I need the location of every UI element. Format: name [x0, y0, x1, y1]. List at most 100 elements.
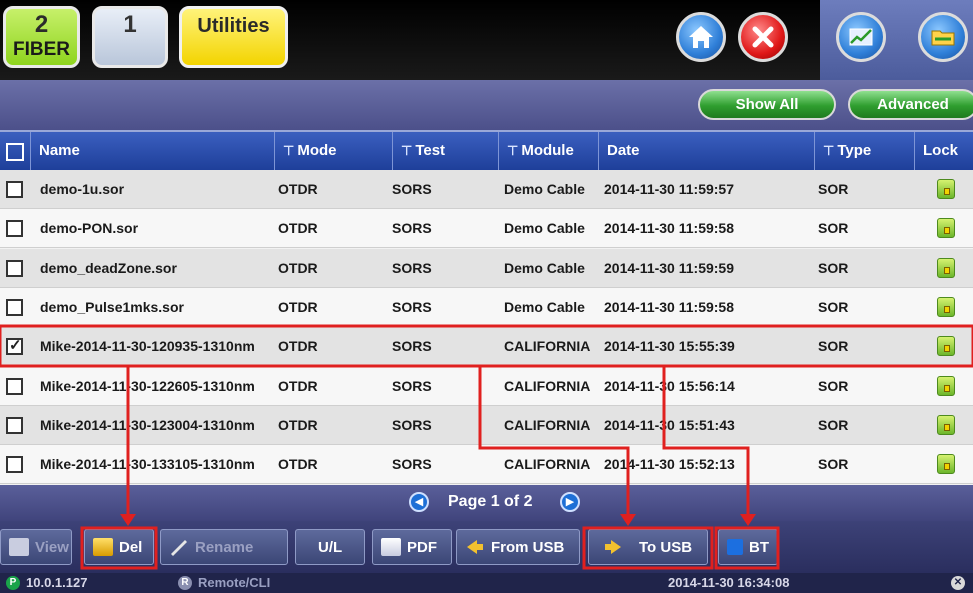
bluetooth-button[interactable]: BT — [718, 529, 778, 565]
lock-icon[interactable] — [937, 336, 955, 357]
show-all-button[interactable]: Show All — [698, 89, 836, 120]
column-header-module[interactable]: ⊤ Module — [498, 132, 598, 170]
cell-module: CALIFORNIA — [504, 456, 591, 473]
top-bar: 2 FIBER 1 Utilities — [0, 0, 973, 80]
tab-one-number: 1 — [123, 11, 137, 38]
check-icon: ✓ — [9, 337, 22, 355]
cell-mode: OTDR — [278, 220, 318, 237]
upload-button[interactable]: U/L — [295, 529, 365, 565]
column-header-date[interactable]: Date — [598, 132, 814, 170]
close-button[interactable] — [738, 12, 788, 62]
to-usb-button[interactable]: To USB — [588, 529, 708, 565]
table-row[interactable]: demo-1u.sor OTDR SORS Demo Cable 2014-11-30 … — [0, 170, 973, 209]
arrow-right-icon: ▶ — [565, 496, 575, 508]
cell-name: Mike-2014-11-30-120935-1310nm — [40, 338, 255, 355]
pdf-button[interactable]: PDF — [372, 529, 452, 565]
status-bar: P 10.0.1.127 R Remote/CLI 2014-11-30 16:… — [0, 573, 973, 593]
tab-one[interactable]: 1 — [92, 6, 168, 68]
filter-icon: ⊤ — [507, 143, 519, 158]
row-checkbox[interactable] — [6, 416, 23, 434]
cell-mode: OTDR — [278, 338, 318, 355]
column-header-type[interactable]: ⊤ Type — [814, 132, 914, 170]
trace-icon — [849, 28, 873, 46]
delete-button[interactable]: Del — [84, 529, 154, 565]
lock-icon[interactable] — [937, 218, 955, 239]
file-manager-button[interactable] — [918, 12, 968, 62]
row-checkbox[interactable] — [6, 298, 23, 316]
column-header-mode[interactable]: ⊤ Mode — [274, 132, 392, 170]
table-row[interactable]: Mike-2014-11-30-133105-1310nm OTDR SORS CAL… — [0, 445, 973, 485]
filter-icon: ⊤ — [823, 143, 835, 158]
cell-type: SOR — [818, 298, 849, 315]
cell-mode: OTDR — [278, 298, 318, 315]
cell-mode: OTDR — [278, 377, 318, 394]
tab-fiber-number: 2 — [34, 11, 49, 38]
home-button[interactable] — [676, 12, 726, 62]
cell-date: 2014-11-30 11:59:59 — [604, 259, 734, 276]
view-icon — [9, 538, 29, 556]
lock-icon[interactable] — [937, 296, 955, 317]
home-icon — [689, 26, 713, 48]
row-checkbox[interactable]: ✓ — [6, 337, 23, 356]
cell-module: Demo Cable — [504, 259, 585, 276]
table-row[interactable]: Mike-2014-11-30-122605-1310nm OTDR SORS CAL… — [0, 366, 973, 406]
table-row[interactable]: Mike-2014-11-30-123004-1310nm OTDR SORS CAL… — [0, 405, 973, 445]
cell-date: 2014-11-30 11:59:58 — [604, 298, 734, 315]
tab-fiber[interactable]: 2 FIBER — [3, 6, 80, 68]
cell-test: SORS — [392, 338, 432, 355]
cell-module: CALIFORNIA — [504, 416, 591, 433]
cell-type: SOR — [818, 181, 849, 197]
cell-name: demo-PON.sor — [40, 220, 139, 237]
table-row[interactable]: ✓ Mike-2014-11-30-120935-1310nm OTDR SORS CA… — [0, 327, 973, 367]
status-close-icon[interactable]: ✕ — [951, 576, 965, 590]
view-button[interactable]: View — [0, 529, 72, 565]
cell-mode: OTDR — [278, 416, 318, 433]
cell-test: SORS — [392, 377, 432, 394]
next-page-button[interactable]: ▶ — [560, 492, 580, 512]
trace-view-button[interactable] — [836, 12, 886, 62]
cell-date: 2014-11-30 15:52:13 — [604, 456, 735, 473]
cell-name: Mike-2014-11-30-133105-1310nm — [40, 456, 255, 473]
cell-test: SORS — [392, 416, 432, 433]
bottom-button-bar: View Del Rename U/L PDF From USB To USB … — [0, 521, 973, 573]
row-checkbox[interactable] — [6, 259, 23, 277]
column-header-lock[interactable]: Lock — [914, 132, 973, 170]
lock-icon[interactable] — [937, 179, 955, 199]
cell-module: CALIFORNIA — [504, 377, 591, 394]
lock-icon[interactable] — [937, 454, 955, 475]
column-header-name[interactable]: Name — [30, 132, 274, 170]
cell-name: Mike-2014-11-30-123004-1310nm — [40, 416, 255, 433]
row-checkbox[interactable] — [6, 181, 23, 198]
cell-module: Demo Cable — [504, 181, 585, 197]
table-header: Name ⊤ Mode ⊤ Test ⊤ Module Date ⊤ Type Lock — [0, 130, 973, 170]
lock-icon[interactable] — [937, 414, 955, 435]
cell-test: SORS — [392, 259, 432, 276]
lock-icon[interactable] — [937, 257, 955, 278]
cell-module: Demo Cable — [504, 298, 585, 315]
arrow-left-icon: ◀ — [414, 496, 424, 508]
usb-out-icon — [605, 540, 621, 554]
close-icon — [752, 26, 774, 48]
pagination-bar: ◀ Page 1 of 2 ▶ — [0, 485, 973, 521]
filter-icon: ⊤ — [283, 143, 295, 158]
rename-button[interactable]: Rename — [160, 529, 288, 565]
action-bar: Show All Advanced — [0, 80, 973, 130]
lock-icon[interactable] — [937, 375, 955, 396]
status-r-badge: R — [178, 576, 192, 590]
advanced-button[interactable]: Advanced — [848, 89, 973, 120]
row-checkbox[interactable] — [6, 377, 23, 395]
column-header-test[interactable]: ⊤ Test — [392, 132, 498, 170]
select-all-checkbox[interactable] — [6, 143, 24, 161]
prev-page-button[interactable]: ◀ — [409, 492, 429, 512]
cell-test: SORS — [392, 456, 432, 473]
cell-date: 2014-11-30 11:59:58 — [604, 220, 734, 237]
tab-utilities[interactable]: Utilities — [179, 6, 288, 68]
row-checkbox[interactable] — [6, 220, 23, 238]
table-row[interactable]: demo_Pulse1mks.sor OTDR SORS Demo Cable 2014… — [0, 287, 973, 327]
table-row[interactable]: demo_deadZone.sor OTDR SORS Demo Cable 2014-… — [0, 248, 973, 288]
row-checkbox[interactable] — [6, 456, 23, 474]
from-usb-button[interactable]: From USB — [456, 529, 580, 565]
cell-name: demo-1u.sor — [40, 181, 125, 197]
table-row[interactable]: demo-PON.sor OTDR SORS Demo Cable 2014-11-30… — [0, 209, 973, 249]
cell-name: demo_Pulse1mks.sor — [40, 298, 184, 315]
